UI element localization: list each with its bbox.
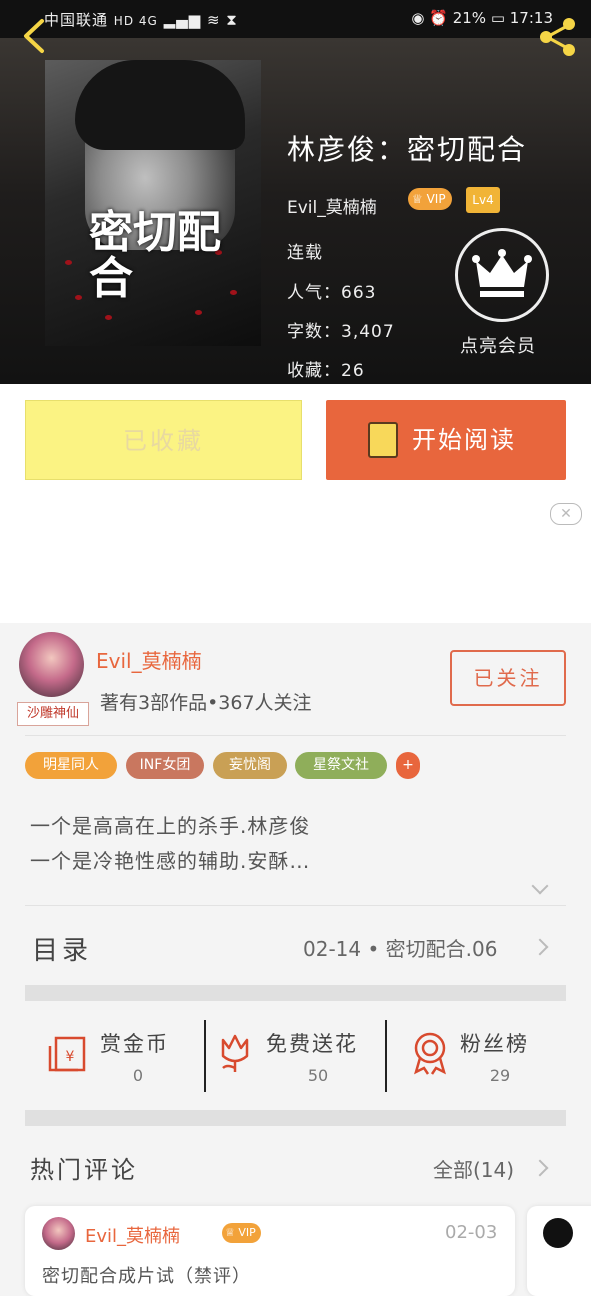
expand-chevron-icon[interactable] — [531, 877, 549, 895]
divider — [25, 905, 566, 906]
book-title: 林彦俊：密切配合 — [287, 133, 528, 166]
vip-crown-icon: ♕ — [225, 1226, 235, 1239]
fans-value: 29 — [489, 1066, 511, 1085]
comment-vip-badge: ♕ VIP — [222, 1223, 261, 1243]
start-reading-label: 开始阅读 — [412, 426, 516, 454]
crown-icon — [472, 249, 532, 297]
toc-latest-chapter[interactable]: 02-14 • 密切配合.06 — [303, 933, 497, 962]
book-status: 连载 — [287, 243, 323, 263]
author-avatar[interactable] — [19, 632, 84, 697]
author-name[interactable]: Evil_莫楠楠 — [96, 645, 202, 674]
level-badge: Lv4 — [466, 187, 500, 213]
description-line-2: 一个是冷艳性感的辅助.安酥… — [30, 849, 311, 873]
reward-coin-icon[interactable]: ¥ — [46, 1030, 90, 1074]
author-stats: 著有3部作品•367人关注 — [100, 692, 312, 714]
comment-card-next[interactable] — [527, 1206, 591, 1296]
svg-text:¥: ¥ — [66, 1049, 75, 1065]
collected-button[interactable]: 已收藏 — [25, 400, 302, 480]
section-divider — [25, 1110, 566, 1126]
tag-more-button[interactable]: + — [396, 752, 420, 779]
section-divider — [25, 985, 566, 1001]
vip-crown-icon: ♕ — [412, 192, 423, 206]
ad-close-button[interactable]: ✕ — [550, 503, 582, 525]
tag-2[interactable]: INF女团 — [126, 752, 204, 779]
divider — [25, 735, 566, 736]
cover-hair — [75, 60, 245, 150]
reward-value: 0 — [132, 1066, 144, 1085]
book-cover[interactable]: 密切配合 — [45, 60, 261, 346]
fans-label[interactable]: 粉丝榜 — [460, 1028, 529, 1058]
book-favorites: 收藏：26 — [287, 361, 365, 381]
carrier-text: 中国联通 HD 4G ▂▄▆ ≋ ⧗ — [44, 11, 238, 29]
flower-value: 50 — [307, 1066, 329, 1085]
follow-button[interactable]: 已关注 — [450, 650, 566, 706]
description-line-1: 一个是高高在上的杀手.林彦俊 — [30, 814, 311, 838]
status-bar: 中国联通 HD 4G ▂▄▆ ≋ ⧗ ◉ ⏰ 21% ▭ 17:13 — [0, 0, 591, 38]
back-arrow-icon[interactable] — [18, 18, 50, 54]
member-crown-button[interactable] — [455, 228, 549, 322]
author-badge: 沙雕神仙 — [17, 702, 89, 726]
flower-label[interactable]: 免费送花 — [266, 1028, 358, 1058]
comments-chevron-icon[interactable] — [531, 1159, 549, 1177]
status-right: ◉ ⏰ 21% ▭ 17:13 — [411, 9, 553, 27]
medal-icon[interactable] — [408, 1030, 452, 1076]
comment-text: 密切配合成片试（禁评） — [42, 1266, 251, 1287]
flower-icon[interactable] — [215, 1030, 255, 1074]
hot-comments-title: 热门评论 — [30, 1156, 138, 1184]
comment-avatar — [543, 1218, 573, 1248]
tag-3[interactable]: 妄忧阁 — [213, 752, 287, 779]
stat-separator — [204, 1020, 206, 1092]
book-popularity: 人气：663 — [287, 283, 377, 303]
toc-chevron-icon[interactable] — [531, 938, 549, 956]
member-label[interactable]: 点亮会员 — [460, 332, 536, 358]
tag-1[interactable]: 明星同人 — [25, 752, 117, 779]
comment-author[interactable]: Evil_莫楠楠 — [85, 1222, 180, 1248]
reward-label[interactable]: 赏金币 — [100, 1028, 169, 1058]
comment-avatar[interactable] — [42, 1217, 75, 1250]
start-reading-button[interactable]: 开始阅读 — [326, 400, 566, 480]
comment-date: 02-03 — [445, 1222, 498, 1243]
ad-area — [0, 496, 591, 623]
cover-title: 密切配合 — [89, 207, 221, 304]
book-word-count: 字数：3,407 — [287, 322, 395, 342]
stat-separator — [385, 1020, 387, 1092]
all-comments-link[interactable]: 全部(14) — [433, 1154, 514, 1183]
book-author[interactable]: Evil_莫楠楠 — [287, 193, 377, 218]
vip-badge: ♕ VIP — [408, 188, 452, 210]
share-icon[interactable] — [535, 14, 581, 60]
toc-label[interactable]: 目录 — [32, 930, 92, 967]
tag-4[interactable]: 星祭文社 — [295, 752, 387, 779]
book-icon — [368, 422, 398, 458]
